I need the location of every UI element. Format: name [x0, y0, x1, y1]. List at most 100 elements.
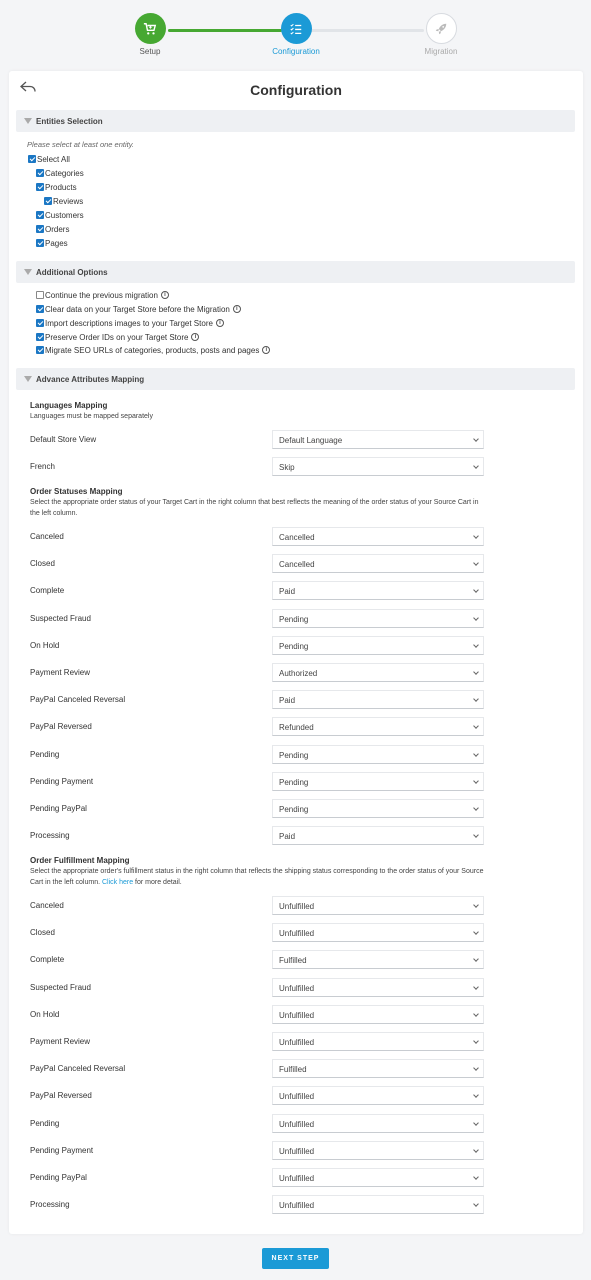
section-header-additional-options[interactable]: Additional Options	[16, 261, 575, 283]
select-default-store-view[interactable]: Default Language	[272, 430, 484, 449]
checkbox[interactable]	[36, 239, 44, 247]
section-header-entities[interactable]: Entities Selection	[16, 110, 575, 132]
fulfillment-map-label: Pending Payment	[30, 1145, 94, 1155]
status-map-select[interactable]: Pending	[272, 608, 484, 628]
info-icon[interactable]: i	[191, 333, 200, 341]
checkbox[interactable]	[36, 211, 44, 219]
option-preserve-order-ids[interactable]: Preserve Order IDs on your Target Store …	[36, 331, 200, 343]
option-label: Import descriptions images to your Targe…	[45, 318, 213, 328]
option-label: Migrate SEO URLs of categories, products…	[45, 345, 260, 355]
select-value: Pending	[279, 641, 309, 651]
select-value: Paid	[279, 587, 296, 597]
fulfillment-map-select[interactable]: Unfulfilled	[272, 1195, 484, 1215]
status-map-label: Canceled	[30, 532, 64, 541]
checkbox-customers[interactable]: Customers	[36, 209, 84, 221]
checklist-icon	[280, 13, 312, 44]
status-map-select[interactable]: Cancelled	[272, 554, 484, 574]
info-icon[interactable]: i	[215, 319, 224, 327]
order-statuses-desc: Select the appropriate order status of y…	[30, 499, 479, 517]
fulfillment-map-label: Closed	[30, 928, 55, 938]
checkbox[interactable]	[36, 319, 44, 327]
checkbox-label: Reviews	[53, 196, 84, 206]
step-setup[interactable]: Setup	[110, 13, 190, 56]
option-import-images[interactable]: Import descriptions images to your Targe…	[36, 317, 224, 329]
fulfillment-map-select[interactable]: Unfulfilled	[272, 977, 484, 997]
checkbox[interactable]	[44, 197, 52, 205]
fulfillment-map-select[interactable]: Unfulfilled	[272, 1086, 484, 1106]
checkbox[interactable]	[36, 291, 44, 299]
next-step-button[interactable]: NEXT STEP	[262, 1248, 329, 1269]
desc-text: Select the appropriate order's fulfillme…	[30, 868, 484, 886]
step-configuration[interactable]: Configuration	[256, 13, 336, 56]
checkbox-select-all[interactable]: Select All	[28, 153, 70, 165]
option-label: Continue the previous migration	[45, 290, 158, 300]
checkbox[interactable]	[28, 155, 36, 163]
chevron-down-icon	[473, 533, 479, 539]
status-map-label: Pending	[30, 749, 60, 759]
status-map-select[interactable]: Pending	[272, 799, 484, 818]
chevron-down-icon	[473, 1119, 479, 1126]
checkbox[interactable]	[36, 183, 44, 191]
select-value: Pending	[279, 614, 309, 624]
fulfillment-map-select[interactable]: Unfulfilled	[272, 1140, 484, 1160]
select-value: Paid	[279, 832, 296, 842]
status-map-select[interactable]: Authorized	[272, 663, 484, 682]
desc-text: for more detail.	[133, 879, 182, 886]
select-value: Cancelled	[279, 560, 315, 570]
fulfillment-map-select[interactable]: Unfulfilled	[272, 1004, 484, 1024]
chevron-down-icon	[473, 983, 479, 990]
select-value: Unfulfilled	[279, 983, 315, 993]
status-map-select[interactable]: Paid	[272, 690, 484, 710]
checkbox-products[interactable]: Products	[36, 181, 77, 193]
info-icon[interactable]: i	[262, 346, 271, 354]
checkbox-reviews[interactable]: Reviews	[44, 195, 83, 207]
option-continue-previous[interactable]: Continue the previous migration i	[36, 289, 169, 301]
info-icon[interactable]: i	[232, 305, 241, 313]
option-migrate-seo-urls[interactable]: Migrate SEO URLs of categories, products…	[36, 344, 271, 356]
checkbox[interactable]	[36, 169, 44, 177]
status-map-label: PayPal Canceled Reversal	[30, 695, 126, 705]
status-map-select[interactable]: Pending	[272, 744, 484, 764]
section-header-advance-mapping[interactable]: Advance Attributes Mapping	[16, 368, 575, 390]
info-icon[interactable]: i	[160, 291, 169, 299]
checkbox-orders[interactable]: Orders	[36, 223, 69, 235]
fulfillment-map-select[interactable]: Unfulfilled	[272, 923, 484, 943]
status-map-label: Processing	[30, 831, 70, 841]
status-map-select[interactable]: Pending	[272, 635, 484, 655]
checkbox-pages[interactable]: Pages	[36, 237, 68, 249]
status-map-select[interactable]: Paid	[272, 581, 484, 601]
status-map-select[interactable]: Refunded	[272, 717, 484, 737]
status-map-label: Complete	[30, 586, 65, 596]
status-map-label: Closed	[30, 559, 55, 569]
checkbox[interactable]	[36, 333, 44, 341]
chevron-down-icon	[473, 1146, 479, 1153]
collapse-triangle-icon	[24, 269, 32, 275]
status-map-select[interactable]: Pending	[272, 771, 484, 791]
fulfillment-map-select[interactable]: Fulfilled	[272, 950, 484, 970]
option-clear-data[interactable]: Clear data on your Target Store before t…	[36, 303, 241, 315]
checkbox[interactable]	[36, 225, 44, 233]
status-map-select[interactable]: Paid	[272, 826, 484, 846]
fulfillment-map-select[interactable]: Unfulfilled	[272, 1168, 484, 1187]
select-french[interactable]: Skip	[272, 457, 484, 476]
click-here-link[interactable]: Click here	[102, 879, 133, 886]
fulfillment-map-label: Pending PayPal	[30, 1173, 87, 1182]
checkbox[interactable]	[36, 346, 44, 354]
fulfillment-map-select[interactable]: Unfulfilled	[272, 1032, 484, 1051]
fulfillment-map-label: Processing	[30, 1200, 70, 1210]
fulfillment-map-select[interactable]: Unfulfilled	[272, 896, 484, 915]
entities-hint: Please select at least one entity.	[27, 140, 135, 149]
step-migration[interactable]: Migration	[401, 13, 481, 56]
fulfillment-map-label: Complete	[30, 955, 65, 965]
fulfillment-map-select[interactable]: Fulfilled	[272, 1059, 484, 1079]
chevron-down-icon	[473, 669, 479, 675]
status-map-select[interactable]: Cancelled	[272, 527, 484, 546]
collapse-triangle-icon	[24, 376, 32, 382]
fulfillment-map-select[interactable]: Unfulfilled	[272, 1113, 484, 1133]
option-label: Preserve Order IDs on your Target Store	[45, 332, 189, 342]
fulfillment-map-label: On Hold	[30, 1009, 60, 1019]
checkbox-categories[interactable]: Categories	[36, 167, 84, 179]
select-value: Fulfilled	[279, 1065, 307, 1075]
fulfillment-map-label: Canceled	[30, 901, 64, 910]
checkbox[interactable]	[36, 305, 44, 313]
